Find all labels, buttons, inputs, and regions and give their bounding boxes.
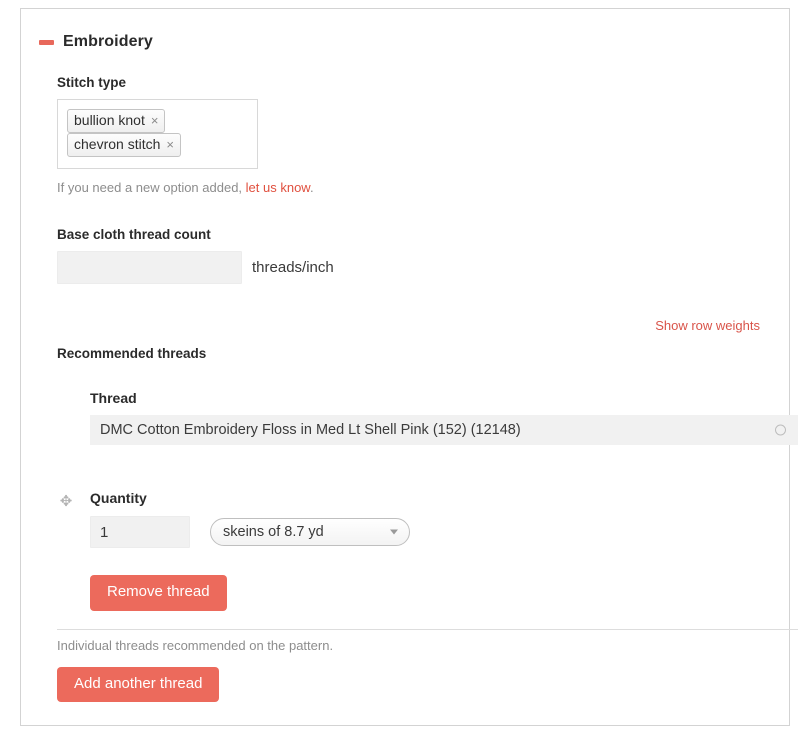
base-cloth-thread-count-suffix: threads/inch bbox=[252, 259, 334, 276]
description-prefix: If you need a new option added, bbox=[57, 180, 246, 195]
page-root: Embroidery Stitch type bullion knot × ch… bbox=[0, 0, 810, 738]
thread-autocomplete-field[interactable]: DMC Cotton Embroidery Floss in Med Lt Sh… bbox=[90, 415, 798, 445]
form-item-stitch-type: Stitch type bullion knot × chevron stitc… bbox=[39, 75, 771, 195]
base-cloth-thread-count-label: Base cloth thread count bbox=[57, 227, 211, 242]
circle-throbber-icon bbox=[775, 424, 786, 436]
recommended-threads-description: Individual threads recommended on the pa… bbox=[57, 637, 334, 653]
chip-row: chevron stitch × bbox=[67, 133, 249, 157]
thread-unit-selected-value: skeins of 8.7 yd bbox=[223, 524, 324, 540]
recommended-threads-table: Thread DMC Cotton Embroidery Floss in Me… bbox=[39, 390, 798, 611]
fieldset-content: Stitch type bullion knot × chevron stitc… bbox=[21, 75, 798, 702]
stitch-type-chips-box[interactable]: bullion knot × chevron stitch × bbox=[57, 99, 258, 169]
base-cloth-thread-count-row: threads/inch bbox=[57, 251, 771, 284]
thread-unit-select[interactable]: skeins of 8.7 yd bbox=[210, 518, 410, 546]
row-weights-wrapper: Show row weights bbox=[39, 317, 771, 335]
chip-label: bullion knot bbox=[74, 112, 145, 128]
section-title: Embroidery bbox=[63, 33, 153, 50]
chip-row: bullion knot × bbox=[67, 109, 249, 133]
form-item-recommended-threads: Recommended threads bbox=[39, 346, 771, 361]
chip-remove-icon[interactable]: × bbox=[166, 138, 174, 151]
base-cloth-thread-count-input[interactable] bbox=[57, 251, 242, 284]
remove-thread-button[interactable]: Remove thread bbox=[90, 575, 227, 611]
stitch-type-description: If you need a new option added, let us k… bbox=[57, 180, 771, 195]
embroidery-fieldset: Embroidery Stitch type bullion knot × ch… bbox=[20, 8, 798, 726]
chevron-down-icon[interactable] bbox=[390, 529, 398, 535]
quantity-input[interactable] bbox=[90, 516, 190, 548]
add-another-thread-button[interactable]: Add another thread bbox=[57, 666, 220, 702]
quantity-controls: skeins of 8.7 yd bbox=[90, 516, 771, 548]
let-us-know-link[interactable]: let us know bbox=[246, 180, 310, 195]
description-suffix: . bbox=[309, 180, 314, 195]
quantity-block: ✥ Quantity skeins of 8.7 yd bbox=[57, 490, 771, 548]
stitch-type-label: Stitch type bbox=[57, 75, 127, 90]
thread-value: DMC Cotton Embroidery Floss in Med Lt Sh… bbox=[100, 422, 521, 438]
chip-bullion-knot[interactable]: bullion knot × bbox=[67, 109, 166, 133]
form-item-base-cloth-thread-count: Base cloth thread count threads/inch bbox=[39, 227, 771, 284]
drag-move-icon[interactable]: ✥ bbox=[57, 493, 75, 511]
quantity-label: Quantity bbox=[90, 490, 147, 506]
section-summary-embroidery[interactable]: Embroidery bbox=[21, 9, 789, 57]
table-row: DMC Cotton Embroidery Floss in Med Lt Sh… bbox=[57, 415, 798, 611]
table-divider bbox=[57, 628, 798, 630]
chip-remove-icon[interactable]: × bbox=[151, 114, 159, 127]
minus-icon[interactable] bbox=[39, 39, 54, 45]
column-header-thread: Thread bbox=[90, 390, 137, 406]
chip-chevron-stitch[interactable]: chevron stitch × bbox=[67, 133, 181, 157]
recommended-threads-label: Recommended threads bbox=[57, 346, 207, 361]
chip-label: chevron stitch bbox=[74, 136, 161, 152]
show-row-weights-link[interactable]: Show row weights bbox=[655, 318, 760, 333]
